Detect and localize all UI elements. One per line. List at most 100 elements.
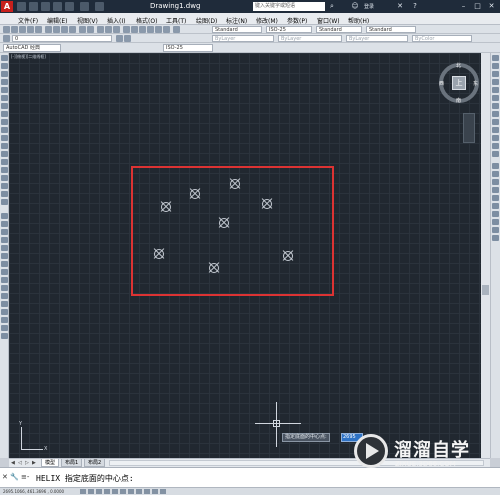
next-tab-icon[interactable]: ▷ (25, 460, 31, 466)
snap-center-icon[interactable] (492, 187, 499, 193)
new-icon[interactable] (3, 26, 10, 33)
point-icon[interactable] (1, 159, 8, 165)
viewcube[interactable]: 上 北 南 东 西 (439, 63, 479, 104)
lineweight-icon[interactable] (144, 489, 150, 494)
dimension-angular-icon[interactable] (492, 111, 499, 117)
point-marker[interactable] (281, 249, 295, 263)
circle-icon[interactable] (1, 103, 8, 109)
color-select[interactable]: ByLayer (212, 35, 274, 42)
point-marker[interactable] (228, 177, 242, 191)
save-as-icon[interactable] (53, 2, 62, 11)
close-button[interactable]: ✕ (485, 1, 498, 12)
point-marker[interactable] (207, 261, 221, 275)
snap-perpendicular-icon[interactable] (492, 211, 499, 217)
ellipse-icon[interactable] (1, 127, 8, 133)
menu-modify[interactable]: 修改(M) (256, 16, 278, 25)
linetype-select[interactable]: ByLayer (278, 35, 342, 42)
continue-icon[interactable] (492, 135, 499, 141)
menu-insert[interactable]: 插入(I) (107, 16, 125, 25)
make-block-icon[interactable] (1, 151, 8, 157)
maximize-button[interactable]: □ (471, 1, 484, 12)
plot-style-select[interactable]: ByColor (412, 35, 472, 42)
command-line-controls-icon[interactable]: ✕ 🔧 ≡- (2, 473, 29, 481)
menu-help[interactable]: 帮助(H) (348, 16, 369, 25)
paste-icon[interactable] (61, 26, 68, 33)
dimension-linear-icon[interactable] (492, 55, 499, 61)
text-style-select[interactable]: Standard (212, 26, 262, 33)
copy-icon[interactable] (53, 26, 60, 33)
point-marker[interactable] (217, 216, 231, 230)
array-icon[interactable] (1, 245, 8, 251)
line-icon[interactable] (1, 55, 8, 61)
cut-icon[interactable] (45, 26, 52, 33)
polar-tracking-icon[interactable] (104, 489, 110, 494)
open-file-icon[interactable] (29, 2, 38, 11)
baseline-icon[interactable] (492, 127, 499, 133)
help-icon[interactable]: ? (410, 1, 420, 12)
menu-parametric[interactable]: 参数(P) (287, 16, 307, 25)
snap-node-icon[interactable] (492, 219, 499, 225)
workspace-select[interactable]: AutoCAD 经典 (3, 44, 61, 52)
point-marker[interactable] (159, 200, 173, 214)
snap-endpoint-icon[interactable] (492, 163, 499, 169)
dynamic-input-icon[interactable] (136, 489, 142, 494)
region-icon[interactable] (1, 183, 8, 189)
login-button[interactable]: 登录 (364, 3, 374, 10)
layer-manager-icon[interactable] (3, 35, 10, 42)
menu-view[interactable]: 视图(V) (77, 16, 98, 25)
chamfer-icon[interactable] (1, 317, 8, 323)
move-icon[interactable] (1, 253, 8, 259)
menu-format[interactable]: 格式(O) (136, 16, 157, 25)
design-center-icon[interactable] (131, 26, 138, 33)
spline-icon[interactable] (1, 119, 8, 125)
snap-mode-icon[interactable] (80, 489, 86, 494)
snap-midpoint-icon[interactable] (492, 171, 499, 177)
match-properties-icon[interactable] (69, 26, 76, 33)
last-tab-icon[interactable]: ▶ (32, 460, 38, 466)
tab-model[interactable]: 模型 (41, 459, 60, 467)
dimension-diameter-icon[interactable] (492, 103, 499, 109)
fillet-icon[interactable] (1, 325, 8, 331)
undo-icon[interactable] (79, 26, 86, 33)
stretch-icon[interactable] (1, 277, 8, 283)
dim-style-select[interactable]: ISO-25 (266, 26, 312, 33)
tab-layout2[interactable]: 布局2 (84, 459, 106, 467)
join-icon[interactable] (1, 309, 8, 315)
snap-settings-icon[interactable] (492, 235, 499, 241)
point-marker[interactable] (152, 247, 166, 261)
print-icon[interactable] (65, 2, 74, 11)
rectangle-icon[interactable] (1, 87, 8, 93)
help-icon[interactable] (173, 26, 180, 33)
properties-icon[interactable] (123, 26, 130, 33)
point-marker[interactable] (260, 197, 274, 211)
point-marker[interactable] (188, 187, 202, 201)
explode-icon[interactable] (1, 333, 8, 339)
zoom-icon[interactable] (105, 26, 112, 33)
menu-file[interactable]: 文件(F) (18, 16, 38, 25)
object-snap-tracking-icon[interactable] (120, 489, 126, 494)
insert-block-icon[interactable] (1, 143, 8, 149)
center-mark-icon[interactable] (492, 151, 499, 157)
quick-dimension-icon[interactable] (492, 119, 499, 125)
dimension-aligned-icon[interactable] (492, 63, 499, 69)
menu-draw[interactable]: 绘图(D) (196, 16, 217, 25)
gradient-icon[interactable] (1, 175, 8, 181)
menu-window[interactable]: 窗口(W) (317, 16, 340, 25)
layer-previous-icon[interactable] (124, 35, 131, 42)
tool-palettes-icon[interactable] (139, 26, 146, 33)
revcloud-icon[interactable] (1, 111, 8, 117)
polyline-icon[interactable] (1, 71, 8, 77)
user-icon[interactable]: ☺ (350, 1, 360, 12)
new-file-icon[interactable] (17, 2, 26, 11)
scale-icon[interactable] (1, 269, 8, 275)
snap-intersection-icon[interactable] (492, 179, 499, 185)
selection-cycling-icon[interactable] (160, 489, 166, 494)
zoom-previous-icon[interactable] (113, 26, 120, 33)
viewport-controls[interactable]: [-][俯视][二维线框] (11, 54, 46, 60)
quick-properties-icon[interactable] (152, 489, 158, 494)
rotate-icon[interactable] (1, 261, 8, 267)
break-icon[interactable] (1, 301, 8, 307)
snap-tangent-icon[interactable] (492, 203, 499, 209)
prev-tab-icon[interactable]: ◁ (18, 460, 24, 466)
mtext-icon[interactable] (1, 199, 8, 205)
